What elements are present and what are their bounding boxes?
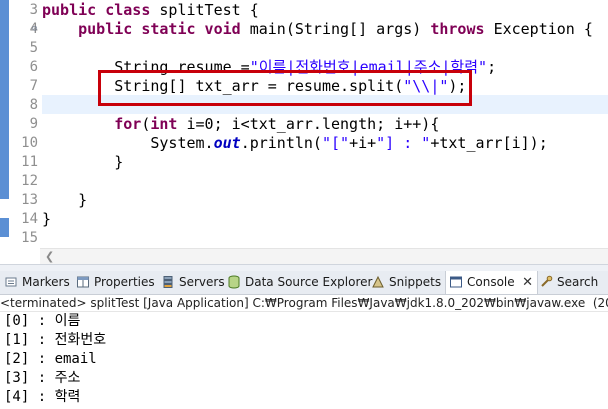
code-token: splitTest { [159, 1, 259, 19]
code-line: for(int i=0; i<txt_arr.length; i++){ [42, 115, 439, 134]
tab-label: Search [557, 275, 599, 289]
line-number: 10 [21, 135, 38, 151]
change-marker [0, 218, 9, 237]
console-line: [1] : 전화번호 [4, 332, 107, 348]
line-number: 5 [29, 40, 38, 56]
tab-markers[interactable]: Markers [4, 271, 70, 294]
code-token: public static void [78, 20, 250, 38]
console-output[interactable]: [0] : 이름 [1] : 전화번호 [2] : email [3] : 주소 [4]… [0, 312, 608, 409]
highlight-annotation-box [98, 70, 472, 106]
code-token: +txt_arr[i]); [430, 134, 548, 152]
tab-label: Markers [22, 275, 70, 289]
tab-data-source-explorer[interactable]: Data Source Explorer [227, 271, 372, 294]
line-number: 3 [29, 2, 38, 18]
database-icon [228, 275, 240, 288]
code-line: public static void main(String[] args) t… [42, 20, 593, 39]
line-number: 15 [21, 230, 38, 246]
close-icon[interactable]: ✕ [522, 271, 533, 294]
tab-servers[interactable]: Servers [161, 271, 225, 294]
code-line: System.out.println("["+i+"] : "+txt_arr[… [42, 134, 548, 153]
tab-properties[interactable]: Properties [76, 271, 155, 294]
console-line: [4] : 학력 [4, 389, 81, 405]
code-token: "] : " [376, 134, 431, 152]
line-number: 12 [21, 173, 38, 189]
console-status: <terminated> splitTest [Java Application… [0, 295, 608, 312]
tab-label: Servers [179, 275, 225, 289]
bottom-panel-tabs: Markers Properties Servers Data Source E… [0, 271, 608, 295]
code-token: i=0; i<txt_arr.length; i++){ [186, 115, 440, 133]
code-token: System. [42, 134, 214, 152]
markers-icon [5, 277, 17, 286]
tab-console[interactable]: Console ✕ [445, 271, 538, 294]
code-line: } [42, 210, 51, 229]
code-token: public class [42, 1, 160, 19]
line-number: 8 [29, 97, 38, 113]
code-token: throws [430, 20, 494, 38]
snippets-icon [372, 275, 384, 287]
code-token: .println( [240, 134, 322, 152]
code-token: } [42, 191, 88, 209]
chevron-left-icon[interactable]: ❮ [45, 249, 54, 265]
code-area[interactable]: public class splitTest { public static v… [42, 0, 608, 248]
properties-icon [77, 276, 89, 287]
tab-label: Console [467, 275, 515, 289]
change-marker [0, 0, 9, 199]
line-number: 11 [21, 154, 38, 170]
code-token: int [150, 115, 187, 133]
console-line: [2] : email [4, 351, 97, 367]
horizontal-scrollbar[interactable]: ❮ [40, 248, 608, 265]
line-number: 14 [21, 211, 38, 227]
console-line: [3] : 주소 [4, 370, 81, 386]
code-editor[interactable]: 3 4 5 6 7 8 9 10 11 12 13 14 15 ⊝ public class splitT… [0, 0, 608, 248]
tab-search[interactable]: Search [539, 271, 598, 294]
code-line: public class splitTest { [42, 1, 259, 20]
console-icon [450, 276, 462, 287]
code-line: } [42, 191, 87, 210]
line-number: 6 [29, 59, 38, 75]
code-token: } [42, 210, 52, 228]
code-token: Exception { [493, 20, 593, 38]
code-token: +i+ [349, 134, 377, 152]
tab-label: Properties [94, 275, 155, 289]
console-line: [0] : 이름 [4, 313, 81, 329]
code-token: for [114, 115, 142, 133]
tab-snippets[interactable]: Snippets [371, 271, 441, 294]
overview-ruler [0, 0, 9, 248]
tab-label: Snippets [389, 275, 442, 289]
code-token: } [42, 153, 124, 171]
line-number: 13 [21, 192, 38, 208]
search-icon [541, 275, 553, 287]
panel-separator[interactable] [0, 264, 608, 271]
line-number: 9 [29, 116, 38, 132]
code-token: ; [487, 58, 497, 76]
code-token: out [213, 134, 241, 152]
servers-icon [163, 275, 173, 288]
line-number-gutter: 3 4 5 6 7 8 9 10 11 12 13 14 15 ⊝ [9, 0, 40, 248]
code-token: "[" [321, 134, 350, 152]
code-token: main(String[] args) [249, 20, 431, 38]
line-number: 7 [29, 78, 38, 94]
code-line: } [42, 153, 123, 172]
fold-toggle-icon[interactable]: ⊝ [32, 24, 37, 34]
tab-label: Data Source Explorer [245, 275, 373, 289]
